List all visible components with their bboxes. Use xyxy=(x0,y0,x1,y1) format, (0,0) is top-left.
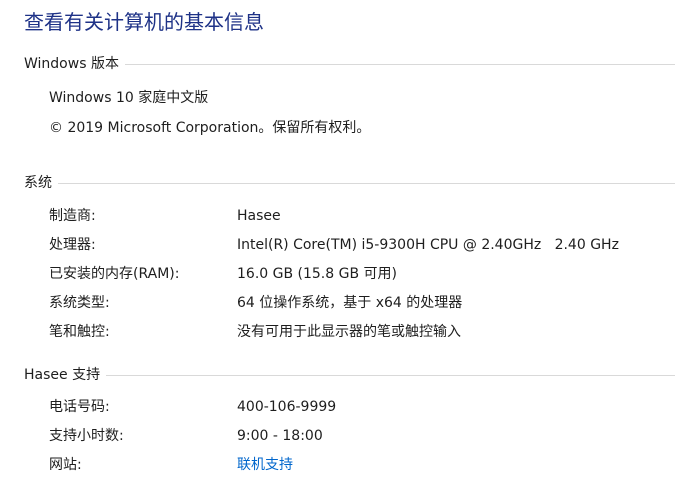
manufacturer-value: Hasee xyxy=(237,208,281,224)
processor-value: Intel(R) Core(TM) i5-9300H CPU @ 2.40GHz… xyxy=(237,237,619,253)
section-divider xyxy=(106,374,675,376)
pen-touch-label: 笔和触控: xyxy=(49,324,110,340)
section-divider xyxy=(124,63,675,65)
online-support-link[interactable]: 联机支持 xyxy=(237,455,293,475)
phone-label: 电话号码: xyxy=(49,399,110,415)
system-header: 系统 xyxy=(24,175,52,191)
processor-label: 处理器: xyxy=(49,237,96,253)
memory-label: 已安装的内存(RAM): xyxy=(49,266,180,282)
system-section-header: 系统 xyxy=(24,173,675,193)
pen-touch-value: 没有可用于此显示器的笔或触控输入 xyxy=(237,324,461,340)
system-row-processor: 处理器: Intel(R) Core(TM) i5-9300H CPU @ 2.… xyxy=(49,235,675,255)
system-row-memory: 已安装的内存(RAM): 16.0 GB (15.8 GB 可用) xyxy=(49,264,675,284)
website-label: 网站: xyxy=(49,457,82,473)
memory-value: 16.0 GB (15.8 GB 可用) xyxy=(237,266,397,282)
support-row-phone: 电话号码: 400-106-9999 xyxy=(49,397,675,417)
system-row-system-type: 系统类型: 64 位操作系统，基于 x64 的处理器 xyxy=(49,293,675,313)
system-type-value: 64 位操作系统，基于 x64 的处理器 xyxy=(237,295,463,311)
section-divider xyxy=(58,182,675,184)
support-row-hours: 支持小时数: 9:00 - 18:00 xyxy=(49,426,675,446)
system-row-pen-touch: 笔和触控: 没有可用于此显示器的笔或触控输入 xyxy=(49,322,675,342)
support-hours-label: 支持小时数: xyxy=(49,428,124,444)
windows-edition-section-header: Windows 版本 xyxy=(24,54,675,74)
system-row-manufacturer: 制造商: Hasee xyxy=(49,206,675,226)
support-header: Hasee 支持 xyxy=(24,367,101,383)
system-type-label: 系统类型: xyxy=(49,295,110,311)
support-hours-value: 9:00 - 18:00 xyxy=(237,428,323,444)
windows-edition-header: Windows 版本 xyxy=(24,56,119,72)
manufacturer-label: 制造商: xyxy=(49,208,96,224)
page-title: 查看有关计算机的基本信息 xyxy=(24,10,264,34)
windows-copyright: © 2019 Microsoft Corporation。保留所有权利。 xyxy=(49,120,371,136)
support-section-header: Hasee 支持 xyxy=(24,365,675,385)
windows-edition-name: Windows 10 家庭中文版 xyxy=(49,90,209,106)
support-row-website: 网站: 联机支持 xyxy=(49,455,675,475)
phone-value: 400-106-9999 xyxy=(237,399,337,415)
